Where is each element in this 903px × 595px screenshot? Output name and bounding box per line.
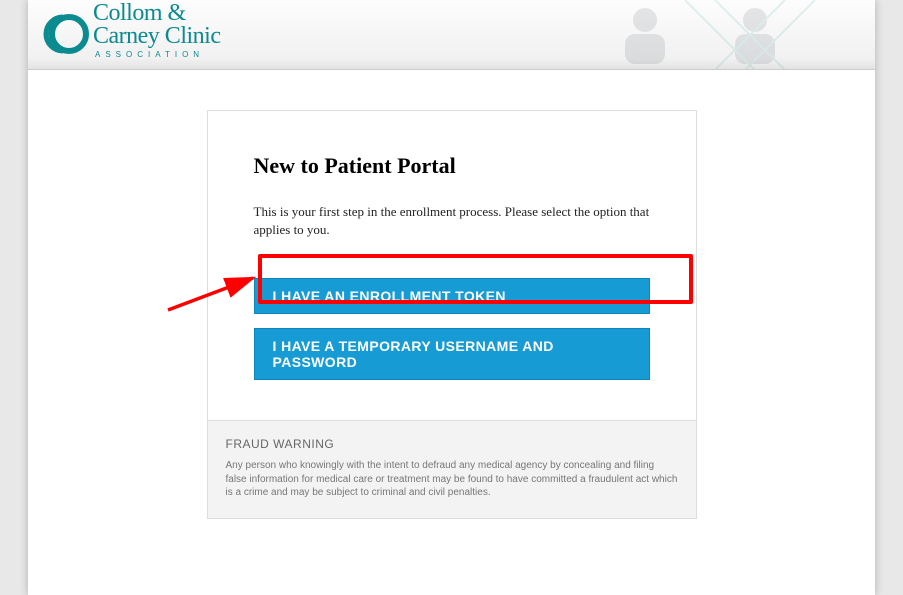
header: Collom & Carney Clinic ASSOCIATION	[28, 0, 875, 70]
logo-icon	[43, 11, 89, 57]
logo-text: Collom & Carney Clinic ASSOCIATION	[93, 2, 220, 59]
fraud-warning-title: FRAUD WARNING	[226, 437, 678, 451]
logo: Collom & Carney Clinic ASSOCIATION	[43, 2, 220, 59]
content-area: New to Patient Portal This is your first…	[28, 70, 875, 519]
page-container: Collom & Carney Clinic ASSOCIATION New t…	[28, 0, 875, 595]
header-decoration	[575, 0, 875, 70]
enrollment-card: New to Patient Portal This is your first…	[207, 110, 697, 421]
logo-association: ASSOCIATION	[95, 50, 220, 59]
fraud-warning-box: FRAUD WARNING Any person who knowingly w…	[207, 421, 697, 519]
enrollment-token-button[interactable]: I HAVE AN ENROLLMENT TOKEN	[254, 278, 650, 314]
card-description: This is your first step in the enrollmen…	[254, 203, 650, 238]
logo-line2: Carney Clinic	[93, 25, 220, 48]
temporary-credentials-button[interactable]: I HAVE A TEMPORARY USERNAME AND PASSWORD	[254, 328, 650, 380]
card-title: New to Patient Portal	[254, 153, 650, 179]
fraud-warning-text: Any person who knowingly with the intent…	[226, 459, 678, 500]
